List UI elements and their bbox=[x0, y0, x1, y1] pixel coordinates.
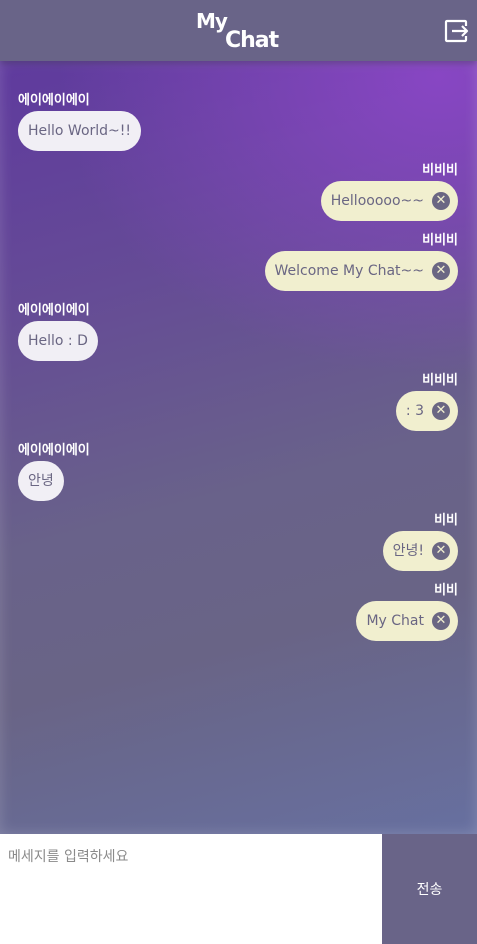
message-sender: 에이에이에이 bbox=[18, 93, 90, 108]
message-bubble: 안녕! ✕ bbox=[382, 531, 458, 571]
message-sender: 비비비 bbox=[422, 233, 458, 248]
message-sent: 비비비 Welcome My Chat~~ ✕ bbox=[264, 233, 458, 291]
message-bubble: : 3 ✕ bbox=[395, 391, 458, 431]
message-text: 안녕 bbox=[28, 473, 54, 489]
message-bubble: 안녕 bbox=[18, 461, 64, 501]
message-sender: 에이에이에이 bbox=[18, 303, 90, 318]
app-header: My Chat bbox=[0, 0, 477, 61]
message-composer: 전송 bbox=[0, 834, 477, 944]
logo-line-2: Chat bbox=[225, 28, 279, 53]
message-bubble: My Chat ✕ bbox=[356, 601, 458, 641]
message-text: : 3 bbox=[405, 403, 424, 419]
message-bubble: Hello : D bbox=[18, 321, 98, 361]
message-text: My Chat bbox=[366, 613, 424, 629]
close-circle-icon[interactable]: ✕ bbox=[432, 612, 450, 630]
app-logo: My Chat bbox=[196, 9, 286, 55]
message-received: 에이에이에이 안녕 bbox=[18, 443, 90, 501]
message-bubble: Hellooooo~~ ✕ bbox=[320, 181, 458, 221]
message-text: 안녕! bbox=[392, 543, 424, 559]
message-input[interactable] bbox=[0, 834, 382, 944]
message-received: 에이에이에이 Hello World~!! bbox=[18, 93, 142, 151]
message-sent: 비비비 Hellooooo~~ ✕ bbox=[320, 163, 458, 221]
close-circle-icon[interactable]: ✕ bbox=[432, 542, 450, 560]
message-sent: 비비 안녕! ✕ bbox=[382, 513, 458, 571]
message-sent: 비비비 : 3 ✕ bbox=[395, 373, 458, 431]
message-text: Hello World~!! bbox=[28, 123, 132, 139]
logout-button[interactable] bbox=[443, 18, 469, 44]
message-text: Welcome My Chat~~ bbox=[274, 263, 424, 279]
close-circle-icon[interactable]: ✕ bbox=[432, 402, 450, 420]
logout-icon bbox=[444, 19, 469, 43]
message-bubble: Welcome My Chat~~ ✕ bbox=[264, 251, 458, 291]
message-sender: 비비비 bbox=[422, 373, 458, 388]
message-sender: 비비비 bbox=[422, 163, 458, 178]
close-circle-icon[interactable]: ✕ bbox=[432, 192, 450, 210]
message-sender: 비비 bbox=[434, 583, 458, 598]
close-circle-icon[interactable]: ✕ bbox=[432, 262, 450, 280]
message-sent: 비비 My Chat ✕ bbox=[356, 583, 458, 641]
message-text: Hellooooo~~ bbox=[330, 193, 424, 209]
chat-message-list[interactable]: 에이에이에이 Hello World~!! 비비비 Hellooooo~~ ✕ 비… bbox=[0, 61, 477, 834]
send-button[interactable]: 전송 bbox=[382, 834, 477, 944]
message-sender: 비비 bbox=[434, 513, 458, 528]
logo-line-1: My bbox=[196, 9, 228, 33]
message-text: Hello : D bbox=[28, 333, 88, 349]
message-received: 에이에이에이 Hello : D bbox=[18, 303, 98, 361]
message-bubble: Hello World~!! bbox=[18, 111, 142, 151]
message-sender: 에이에이에이 bbox=[18, 443, 90, 458]
